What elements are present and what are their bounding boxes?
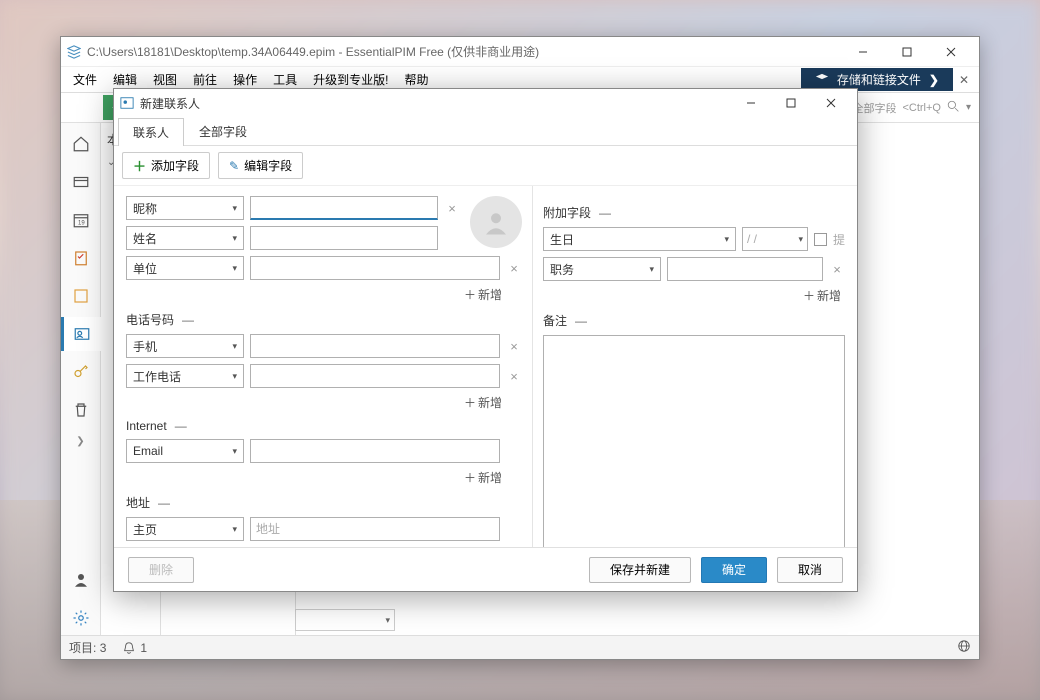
email-input[interactable] bbox=[250, 439, 500, 463]
birthday-reminder-checkbox[interactable] bbox=[814, 233, 827, 246]
add-extra-row[interactable]: ＋新增 bbox=[543, 287, 845, 304]
sidebar-contacts[interactable] bbox=[61, 317, 101, 351]
nickname-type-combo[interactable]: 昵称 bbox=[126, 196, 244, 220]
chevron-down-icon[interactable]: ▾ bbox=[966, 102, 971, 113]
svg-text:19: 19 bbox=[78, 221, 85, 227]
phone-mobile-input[interactable] bbox=[250, 334, 500, 358]
add-field-button[interactable]: ＋添加字段 bbox=[122, 152, 210, 179]
birthday-date-input[interactable]: / / bbox=[742, 227, 808, 251]
address-type-home[interactable]: 主页 bbox=[126, 517, 244, 541]
dialog-titlebar: 新建联系人 bbox=[114, 89, 857, 117]
app-icon bbox=[67, 45, 81, 59]
remove-row-button[interactable]: × bbox=[506, 369, 522, 384]
dialog-right-panel: 附加字段— 生日 / / 提 职务 × ＋新增 备注— bbox=[532, 186, 857, 547]
reminder-label-truncated: 提 bbox=[833, 231, 845, 248]
statusbar: 项目: 3 1 bbox=[61, 635, 979, 659]
address-section-header: 地址— bbox=[126, 494, 522, 511]
search-area: 全部字段 <Ctrl+Q ▾ bbox=[852, 100, 977, 116]
dialog-footer: 删除 保存并新建 确定 取消 bbox=[114, 547, 857, 591]
window-title: C:\Users\18181\Desktop\temp.34A06449.epi… bbox=[87, 43, 841, 60]
cancel-button[interactable]: 取消 bbox=[777, 557, 843, 583]
extra-job-combo[interactable]: 职务 bbox=[543, 257, 661, 281]
edit-field-button[interactable]: ✎编辑字段 bbox=[218, 152, 303, 179]
dialog-title: 新建联系人 bbox=[140, 95, 731, 112]
job-input[interactable] bbox=[667, 257, 823, 281]
sidebar: 19 ❯ bbox=[61, 123, 101, 635]
banner-close-button[interactable]: ✕ bbox=[953, 71, 975, 89]
sidebar-tasks[interactable] bbox=[61, 241, 101, 275]
phone-type-mobile[interactable]: 手机 bbox=[126, 334, 244, 358]
search-shortcut: <Ctrl+Q bbox=[902, 102, 941, 114]
status-notifications[interactable]: 1 bbox=[122, 641, 147, 655]
sidebar-trash[interactable] bbox=[61, 393, 101, 427]
remove-row-button[interactable]: × bbox=[506, 261, 522, 276]
menu-file[interactable]: 文件 bbox=[65, 68, 105, 91]
collapse-icon[interactable]: — bbox=[175, 419, 187, 433]
titlebar: C:\Users\18181\Desktop\temp.34A06449.epi… bbox=[61, 37, 979, 67]
search-scope[interactable]: 全部字段 bbox=[852, 100, 896, 116]
remove-row-button[interactable]: × bbox=[506, 339, 522, 354]
tab-contact[interactable]: 联系人 bbox=[118, 118, 184, 146]
sidebar-settings[interactable] bbox=[61, 601, 101, 635]
remove-row-button[interactable]: × bbox=[444, 201, 460, 216]
ok-button[interactable]: 确定 bbox=[701, 557, 767, 583]
nickname-input[interactable] bbox=[250, 196, 438, 220]
sidebar-user[interactable] bbox=[61, 563, 101, 597]
sidebar-passwords[interactable] bbox=[61, 355, 101, 389]
dialog-tabs: 联系人 全部字段 bbox=[114, 117, 857, 146]
avatar-placeholder[interactable] bbox=[470, 196, 522, 248]
phone-section-header: 电话号码— bbox=[126, 311, 522, 328]
add-name-row[interactable]: ＋新增 bbox=[126, 286, 522, 303]
plus-icon: ＋ bbox=[133, 156, 146, 175]
filter-dropdown[interactable] bbox=[295, 609, 395, 631]
sidebar-card[interactable] bbox=[61, 165, 101, 199]
status-items: 项目: 3 bbox=[69, 639, 106, 656]
phone-type-work[interactable]: 工作电话 bbox=[126, 364, 244, 388]
company-input[interactable] bbox=[250, 256, 500, 280]
store-banner-text: 存储和链接文件 bbox=[837, 71, 921, 88]
name-type-combo[interactable]: 姓名 bbox=[126, 226, 244, 250]
chevron-right-icon: ❯ bbox=[929, 73, 939, 87]
dialog-left-panel: 昵称 × 姓名 × 单位 × bbox=[114, 186, 532, 547]
internet-type-email[interactable]: Email bbox=[126, 439, 244, 463]
save-and-new-button[interactable]: 保存并新建 bbox=[589, 557, 691, 583]
delete-button[interactable]: 删除 bbox=[128, 557, 194, 583]
collapse-icon[interactable]: — bbox=[575, 314, 587, 328]
dialog-maximize-button[interactable] bbox=[771, 90, 811, 116]
sidebar-notes[interactable] bbox=[61, 279, 101, 313]
sidebar-expand[interactable]: ❯ bbox=[61, 431, 101, 451]
add-phone-row[interactable]: ＋新增 bbox=[126, 394, 522, 411]
notes-section-header: 备注— bbox=[543, 312, 845, 329]
notes-textarea[interactable] bbox=[543, 335, 845, 547]
sidebar-calendar[interactable]: 19 bbox=[61, 203, 101, 237]
new-contact-dialog: 新建联系人 联系人 全部字段 ＋添加字段 ✎编辑字段 昵称 × 姓名 bbox=[113, 88, 858, 592]
internet-section-header: Internet— bbox=[126, 419, 522, 433]
company-type-combo[interactable]: 单位 bbox=[126, 256, 244, 280]
remove-row-button[interactable]: × bbox=[829, 262, 845, 277]
dialog-close-button[interactable] bbox=[811, 90, 851, 116]
minimize-button[interactable] bbox=[841, 38, 885, 66]
contact-icon bbox=[120, 96, 134, 110]
phone-work-input[interactable] bbox=[250, 364, 500, 388]
add-internet-row[interactable]: ＋新增 bbox=[126, 469, 522, 486]
extra-birthday-combo[interactable]: 生日 bbox=[543, 227, 736, 251]
collapse-icon[interactable]: — bbox=[182, 313, 194, 327]
dialog-minimize-button[interactable] bbox=[731, 90, 771, 116]
extra-section-header: 附加字段— bbox=[543, 204, 845, 221]
sidebar-home[interactable] bbox=[61, 127, 101, 161]
pencil-icon: ✎ bbox=[229, 159, 239, 173]
tab-all-fields[interactable]: 全部字段 bbox=[184, 117, 262, 145]
search-icon[interactable] bbox=[947, 100, 960, 116]
status-globe-icon[interactable] bbox=[957, 639, 971, 656]
dialog-toolbar: ＋添加字段 ✎编辑字段 bbox=[114, 146, 857, 185]
collapse-icon[interactable]: — bbox=[158, 496, 170, 510]
name-input[interactable] bbox=[250, 226, 438, 250]
address-line-input[interactable] bbox=[250, 517, 500, 541]
collapse-icon[interactable]: — bbox=[599, 206, 611, 220]
close-button[interactable] bbox=[929, 38, 973, 66]
maximize-button[interactable] bbox=[885, 38, 929, 66]
